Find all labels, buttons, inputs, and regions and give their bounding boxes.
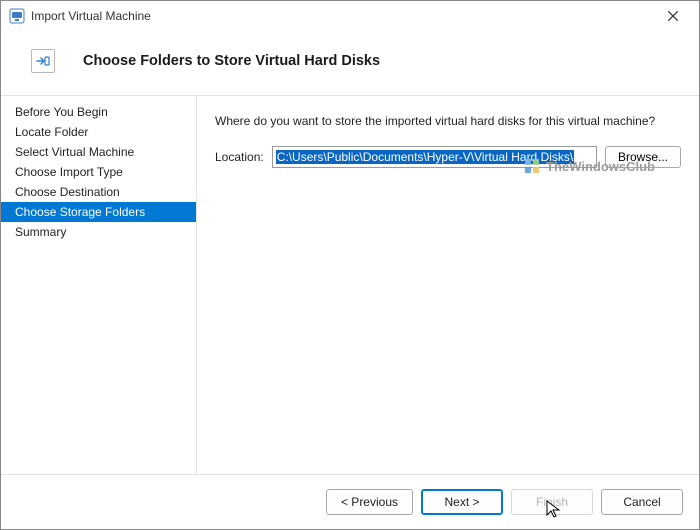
wizard-footer: < Previous Next > Finish Cancel	[1, 474, 699, 529]
import-vm-icon	[31, 49, 55, 73]
finish-button: Finish	[511, 489, 593, 515]
sidebar-item-select-virtual-machine[interactable]: Select Virtual Machine	[1, 142, 196, 162]
page-header: Choose Folders to Store Virtual Hard Dis…	[1, 31, 699, 96]
titlebar: Import Virtual Machine	[1, 1, 699, 31]
sidebar-item-locate-folder[interactable]: Locate Folder	[1, 122, 196, 142]
app-icon	[9, 8, 25, 24]
sidebar-item-choose-destination[interactable]: Choose Destination	[1, 182, 196, 202]
location-label: Location:	[215, 150, 264, 164]
sidebar-item-summary[interactable]: Summary	[1, 222, 196, 242]
dialog-body: Before You Begin Locate Folder Select Vi…	[1, 96, 699, 474]
watermark-text: TheWindowsClub	[546, 159, 655, 174]
page-title: Choose Folders to Store Virtual Hard Dis…	[83, 53, 380, 69]
prompt-text: Where do you want to store the imported …	[215, 114, 681, 128]
window-title: Import Virtual Machine	[31, 9, 653, 23]
sidebar-item-choose-import-type[interactable]: Choose Import Type	[1, 162, 196, 182]
next-button[interactable]: Next >	[421, 489, 503, 515]
close-button[interactable]	[653, 2, 693, 30]
sidebar-item-choose-storage-folders[interactable]: Choose Storage Folders	[1, 202, 196, 222]
wizard-sidebar: Before You Begin Locate Folder Select Vi…	[1, 96, 197, 474]
watermark-icon	[524, 158, 540, 174]
watermark: TheWindowsClub	[524, 158, 655, 174]
content-pane: Where do you want to store the imported …	[197, 96, 699, 474]
cancel-button[interactable]: Cancel	[601, 489, 683, 515]
previous-button[interactable]: < Previous	[326, 489, 413, 515]
dialog-window: Import Virtual Machine Choose Folders to…	[0, 0, 700, 530]
sidebar-item-before-you-begin[interactable]: Before You Begin	[1, 102, 196, 122]
